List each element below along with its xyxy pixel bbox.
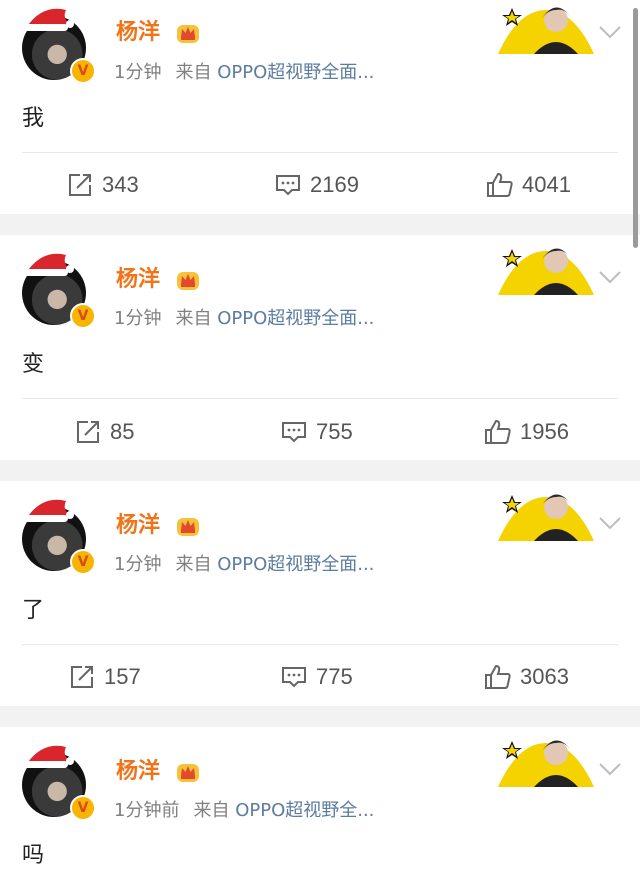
chevron-down-icon[interactable] [598,761,622,777]
post-text: 变 [22,352,45,377]
from-label: 来自 [175,554,212,575]
divider [22,398,618,399]
comment-button[interactable]: 2169 [274,170,359,200]
post-text: 吗 [22,843,45,868]
post-meta: 1分钟 来自 OPPO超视野全面... [114,554,374,576]
author-name[interactable]: 杨洋 [116,20,160,46]
post-time: 1分钟前 [114,800,180,821]
scrollbar[interactable] [633,8,638,248]
action-bar: 157 775 3063 [0,662,640,692]
repost-button[interactable]: 157 [68,662,141,692]
santa-hat-icon [24,745,74,768]
author-name[interactable]: 杨洋 [116,513,160,539]
post-card: V 杨洋 1分钟前 来自 OPPO超视野全... 吗 [0,727,640,881]
source-link[interactable]: OPPO超视野全面... [217,62,374,83]
source-link[interactable]: OPPO超视野全面... [217,554,374,575]
divider [22,152,618,153]
avatar[interactable]: V [22,497,96,575]
comment-icon [282,667,306,688]
avatar[interactable]: V [22,743,96,821]
crown-icon [177,272,199,290]
post-card: V 杨洋 1分钟 来自 OPPO超视野全面... 我 343 2169 4041 [0,0,640,214]
post-time: 1分钟 [114,308,162,329]
post-meta: 1分钟 来自 OPPO超视野全面... [114,308,374,330]
post-meta: 1分钟 来自 OPPO超视野全面... [114,62,374,84]
like-count: 1956 [520,419,569,444]
from-label: 来自 [175,308,212,329]
verified-badge: V [70,58,96,84]
thumbs-up-icon [485,664,511,689]
sticker-image [498,494,594,541]
post-text: 了 [22,598,45,623]
avatar[interactable]: V [22,251,96,329]
santa-hat-icon [24,253,74,276]
repost-icon [71,666,93,688]
comment-icon [282,422,306,443]
repost-button[interactable]: 343 [66,170,139,200]
like-count: 3063 [520,664,569,689]
crown-icon [177,518,199,536]
sticker-image [498,248,594,295]
post-time: 1分钟 [114,554,162,575]
comment-count: 2169 [310,172,359,197]
santa-hat-icon [24,8,74,31]
repost-count: 343 [102,172,139,197]
repost-icon [69,174,91,196]
divider [22,644,618,645]
post-meta: 1分钟前 来自 OPPO超视野全... [114,800,374,822]
verified-badge: V [70,795,96,821]
verified-badge: V [70,303,96,329]
verified-badge: V [70,549,96,575]
chevron-down-icon[interactable] [598,515,622,531]
thumbs-up-icon [485,419,511,444]
thumbs-up-icon [487,172,513,197]
author-name[interactable]: 杨洋 [116,759,160,785]
post-text: 我 [22,106,45,131]
post-card: V 杨洋 1分钟 来自 OPPO超视野全面... 变 85 755 1956 [0,235,640,460]
from-label: 来自 [193,800,230,821]
source-link[interactable]: OPPO超视野全... [235,800,374,821]
repost-count: 85 [110,419,135,444]
avatar[interactable]: V [22,6,96,84]
comment-count: 775 [316,664,353,689]
sticker-image [498,7,594,54]
santa-hat-icon [24,499,74,522]
crown-icon [177,764,199,782]
comment-icon [276,175,300,196]
post-time: 1分钟 [114,62,162,83]
repost-icon [77,421,99,443]
like-button[interactable]: 3063 [484,662,569,692]
chevron-down-icon[interactable] [598,269,622,285]
action-bar: 343 2169 4041 [0,170,640,200]
like-button[interactable]: 1956 [484,417,569,447]
comment-count: 755 [316,419,353,444]
author-name[interactable]: 杨洋 [116,267,160,293]
chevron-down-icon[interactable] [598,24,622,40]
comment-button[interactable]: 775 [280,662,353,692]
action-bar: 85 755 1956 [0,417,640,447]
sticker-image [498,740,594,787]
like-count: 4041 [522,172,571,197]
repost-count: 157 [104,664,141,689]
post-card: V 杨洋 1分钟 来自 OPPO超视野全面... 了 157 775 3063 [0,481,640,706]
source-link[interactable]: OPPO超视野全面... [217,308,374,329]
crown-icon [177,25,199,43]
repost-button[interactable]: 85 [74,417,134,447]
like-button[interactable]: 4041 [486,170,571,200]
from-label: 来自 [175,62,212,83]
comment-button[interactable]: 755 [280,417,353,447]
